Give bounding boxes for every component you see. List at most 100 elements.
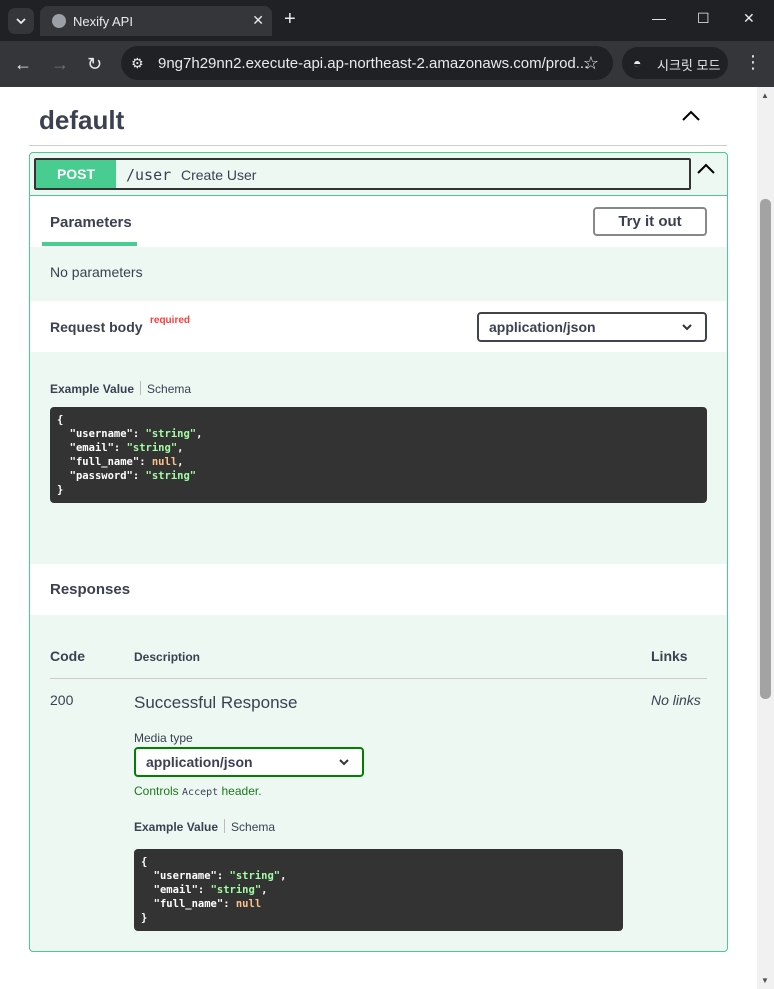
json-comma: , — [280, 870, 287, 882]
response-example-tabs: Example Value Schema — [134, 819, 275, 834]
window-close-icon[interactable]: ✕ — [743, 10, 755, 27]
tab-title: Nexify API — [73, 14, 133, 29]
parameters-header: Parameters Try it out — [30, 196, 727, 247]
globe-icon — [52, 14, 66, 28]
json-key: "full_name" — [69, 456, 140, 468]
chevron-up-icon[interactable] — [680, 109, 702, 123]
scroll-up-icon[interactable]: ▲ — [761, 91, 769, 100]
operation-path: /user — [126, 166, 172, 184]
json-key: "username" — [153, 870, 217, 882]
response-media-type-select[interactable]: application/json — [134, 747, 364, 777]
tab-parameters[interactable]: Parameters — [50, 214, 132, 231]
swagger-page: default POST /user Create User Parameter… — [0, 87, 757, 989]
json-line: "full_name": null, — [69, 456, 184, 468]
section-title[interactable]: default — [39, 105, 124, 136]
maximize-icon[interactable]: ☐ — [697, 10, 710, 27]
bookmark-star-icon[interactable]: ☆ — [583, 53, 599, 74]
site-info-icon[interactable]: ⚙ — [131, 55, 147, 71]
tab-schema[interactable]: Schema — [147, 382, 191, 396]
json-value: "string" — [126, 442, 178, 454]
json-value: "string" — [210, 884, 262, 896]
try-it-out-button[interactable]: Try it out — [593, 207, 707, 236]
no-parameters-text: No parameters — [50, 264, 143, 280]
controls-accept-note: Controls Accept header. — [134, 784, 262, 798]
chevron-down-icon — [339, 759, 349, 766]
json-line: "full_name": null — [153, 898, 262, 910]
incognito-icon: ◓ — [633, 55, 642, 71]
browser-toolbar: ← → ↻ ⚙ 9ng7h29nn2.execute-api.ap-northe… — [0, 41, 774, 87]
json-value: "string" — [145, 470, 197, 482]
responses-title: Responses — [50, 581, 131, 598]
json-comma: , — [177, 456, 184, 468]
request-example-code: { "username": "string", "email": "string… — [50, 407, 707, 503]
tab-separator — [140, 381, 142, 395]
json-comma: , — [261, 884, 268, 896]
json-line: "username": "string", — [69, 428, 203, 440]
browser-tab[interactable]: Nexify API ✕ — [40, 6, 272, 36]
media-type-label: Media type — [134, 731, 193, 745]
scrollbar-thumb[interactable] — [760, 199, 771, 699]
json-value: "string" — [145, 428, 197, 440]
tab-bar: Nexify API ✕ + — ☐ ✕ — [0, 0, 774, 41]
json-key: "username" — [69, 428, 133, 440]
section-divider — [29, 145, 727, 146]
forward-icon[interactable]: → — [51, 54, 69, 75]
controls-code: Accept — [182, 787, 219, 798]
json-key: "email" — [69, 442, 114, 454]
brace-close: } — [57, 484, 64, 496]
controls-prefix: Controls — [134, 784, 179, 798]
json-key: "full_name" — [153, 898, 224, 910]
tab-example-value[interactable]: Example Value — [134, 820, 218, 834]
incognito-label: 시크릿 모드 — [657, 58, 721, 73]
response-example-code: { "username": "string", "email": "string… — [134, 849, 623, 931]
response-description: Successful Response — [134, 693, 298, 712]
menu-kebab-icon[interactable]: ⋮ — [744, 52, 762, 73]
col-links-header: Links — [651, 648, 688, 664]
brace-close: } — [141, 912, 148, 924]
json-value: "string" — [229, 870, 281, 882]
request-content-type-select[interactable]: application/json — [477, 312, 707, 342]
json-line: "username": "string", — [153, 870, 287, 882]
close-tab-icon[interactable]: ✕ — [252, 12, 264, 29]
minimize-icon[interactable]: — — [652, 10, 666, 26]
request-body-header: Request body required application/json — [30, 301, 727, 352]
url-text[interactable]: 9ng7h29nn2.execute-api.ap-northeast-2.am… — [158, 55, 588, 72]
json-key: "email" — [153, 884, 198, 896]
json-line: "password": "string" — [69, 470, 197, 482]
reload-icon[interactable]: ↻ — [87, 54, 102, 75]
address-bar[interactable]: ⚙ 9ng7h29nn2.execute-api.ap-northeast-2.… — [121, 46, 613, 80]
json-line: "email": "string", — [69, 442, 184, 454]
select-value: application/json — [146, 754, 253, 770]
incognito-badge[interactable]: ◓ 시크릿 모드 — [622, 47, 728, 79]
chevron-up-icon[interactable] — [694, 161, 718, 177]
json-value: null — [235, 898, 262, 910]
chevron-down-icon — [682, 324, 692, 331]
method-badge: POST — [36, 160, 116, 188]
json-comma: , — [196, 428, 203, 440]
new-tab-button[interactable]: + — [284, 8, 296, 31]
tab-separator — [224, 819, 226, 833]
operation-summary-text: Create User — [181, 167, 257, 183]
responses-header: Responses — [30, 564, 727, 615]
col-code-header: Code — [50, 648, 85, 664]
controls-suffix: header. — [221, 784, 262, 798]
col-description-header: Description — [134, 650, 201, 664]
json-key: "password" — [69, 470, 133, 482]
brace-open: { — [141, 856, 148, 868]
operation-summary[interactable]: POST /user Create User — [34, 158, 691, 190]
browser-chrome: Nexify API ✕ + — ☐ ✕ ← → ↻ ⚙ 9ng7h29nn2.… — [0, 0, 774, 87]
chevron-down-icon — [16, 18, 26, 25]
tab-search-button[interactable] — [8, 8, 34, 34]
response-links: No links — [651, 692, 701, 708]
scroll-down-icon[interactable]: ▼ — [761, 976, 769, 985]
tab-schema[interactable]: Schema — [231, 820, 275, 834]
tab-example-value[interactable]: Example Value — [50, 382, 134, 396]
table-header-divider — [50, 678, 707, 679]
select-value: application/json — [489, 319, 596, 335]
json-line: "email": "string", — [153, 884, 268, 896]
back-icon[interactable]: ← — [14, 54, 32, 75]
response-code: 200 — [50, 692, 74, 708]
tab-active-underline — [42, 242, 137, 246]
brace-open: { — [57, 414, 64, 426]
page-scrollbar[interactable]: ▲ ▼ — [757, 87, 774, 989]
